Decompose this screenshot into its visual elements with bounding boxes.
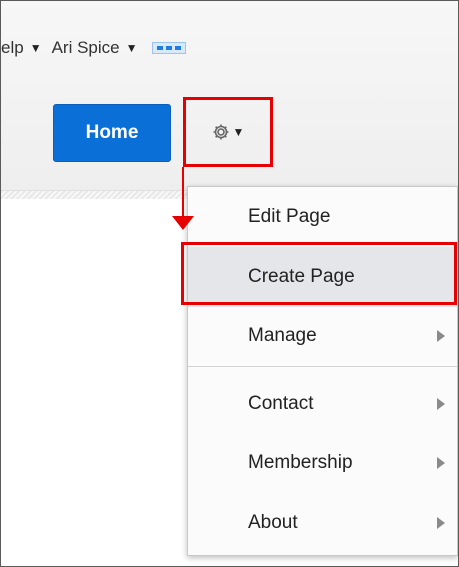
menu-item-label: Membership (248, 452, 353, 473)
annotation-arrow-line (182, 167, 184, 219)
menu-item-membership[interactable]: Membership (188, 433, 457, 493)
menu-item-edit-page[interactable]: Edit Page (188, 187, 457, 247)
menu-item-about[interactable]: About (188, 493, 457, 553)
page-actions-menu: Edit Page Create Page Manage Contact Mem… (187, 186, 458, 556)
submenu-arrow-icon (437, 517, 445, 529)
user-label: Ari Spice (51, 38, 120, 57)
submenu-arrow-icon (437, 457, 445, 469)
more-icon[interactable] (151, 42, 186, 54)
top-bar: elp ▼ Ari Spice ▼ (1, 36, 186, 60)
header: elp ▼ Ari Spice ▼ Home ▼ (1, 1, 458, 197)
gear-icon (212, 123, 230, 141)
menu-item-label: Create Page (248, 266, 355, 287)
caret-down-icon: ▼ (232, 125, 245, 139)
menu-item-label: About (248, 512, 298, 533)
help-menu[interactable]: elp ▼ (1, 38, 42, 58)
home-button[interactable]: Home (53, 104, 171, 162)
menu-item-contact[interactable]: Contact (188, 374, 457, 434)
page-actions-button[interactable]: ▼ (183, 97, 273, 167)
submenu-arrow-icon (437, 398, 445, 410)
caret-down-icon: ▼ (125, 41, 138, 55)
user-menu[interactable]: Ari Spice ▼ (52, 38, 138, 58)
annotation-arrow-head (172, 216, 194, 230)
menu-item-label: Contact (248, 393, 314, 414)
menu-item-create-page[interactable]: Create Page (188, 247, 457, 307)
caret-down-icon: ▼ (29, 41, 42, 55)
menu-item-manage[interactable]: Manage (188, 306, 457, 366)
menu-divider (188, 366, 457, 367)
app-frame: elp ▼ Ari Spice ▼ Home ▼ Edit Page Creat… (0, 0, 459, 567)
menu-item-label: Edit Page (248, 206, 331, 227)
help-label: elp (1, 38, 24, 57)
submenu-arrow-icon (437, 330, 445, 342)
menu-item-label: Manage (248, 325, 317, 346)
